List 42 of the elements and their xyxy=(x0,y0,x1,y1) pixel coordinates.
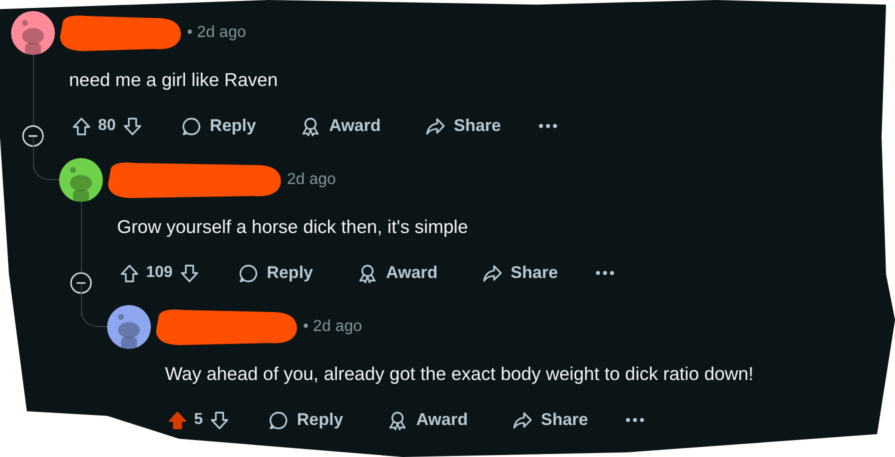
timestamp: • 2d ago xyxy=(303,318,362,336)
speech-bubble-icon xyxy=(180,116,202,136)
ribbon-icon xyxy=(357,262,378,284)
share-icon xyxy=(482,262,503,284)
share-icon xyxy=(424,116,446,136)
share-icon xyxy=(512,410,533,430)
more-icon[interactable] xyxy=(594,269,616,277)
ribbon-icon xyxy=(387,410,408,430)
comment-text: Grow yourself a horse dick then, it's simple xyxy=(117,215,470,239)
timestamp: 2d ago xyxy=(287,171,336,189)
thread-line xyxy=(81,202,82,272)
downvote-button[interactable] xyxy=(122,116,143,136)
more-icon[interactable] xyxy=(537,122,559,130)
collapse-button[interactable] xyxy=(22,125,44,147)
share-button[interactable]: Share xyxy=(414,110,511,142)
timestamp: • 2d ago xyxy=(187,24,246,42)
speech-bubble-icon xyxy=(238,262,259,284)
award-button[interactable]: Award xyxy=(347,256,448,290)
downvote-button[interactable] xyxy=(178,262,200,284)
vote-count: 5 xyxy=(194,411,203,429)
vote-count: 109 xyxy=(146,264,173,282)
more-icon[interactable] xyxy=(624,416,646,424)
award-button[interactable]: Award xyxy=(377,404,478,436)
reply-button[interactable]: Reply xyxy=(228,256,323,290)
share-button[interactable]: Share xyxy=(502,404,598,436)
downvote-button[interactable] xyxy=(208,410,230,430)
speech-bubble-icon xyxy=(268,410,289,430)
vote-count: 80 xyxy=(98,117,116,135)
upvote-button[interactable] xyxy=(71,116,92,136)
thread-line xyxy=(33,55,34,125)
reply-button[interactable]: Reply xyxy=(258,404,354,436)
share-button[interactable]: Share xyxy=(472,256,568,290)
avatar-icon[interactable] xyxy=(59,158,103,202)
award-button[interactable]: Award xyxy=(290,110,391,142)
avatar-icon[interactable] xyxy=(11,11,55,55)
avatar-icon[interactable] xyxy=(107,305,151,349)
upvote-button[interactable] xyxy=(119,262,140,284)
comment-text: Way ahead of you, already got the exact body weight to dick ratio down! xyxy=(165,362,755,386)
collapse-button[interactable] xyxy=(70,272,92,294)
ribbon-icon xyxy=(300,116,322,136)
comment-text: need me a girl like Raven xyxy=(69,68,279,92)
reply-button[interactable]: Reply xyxy=(170,110,266,142)
